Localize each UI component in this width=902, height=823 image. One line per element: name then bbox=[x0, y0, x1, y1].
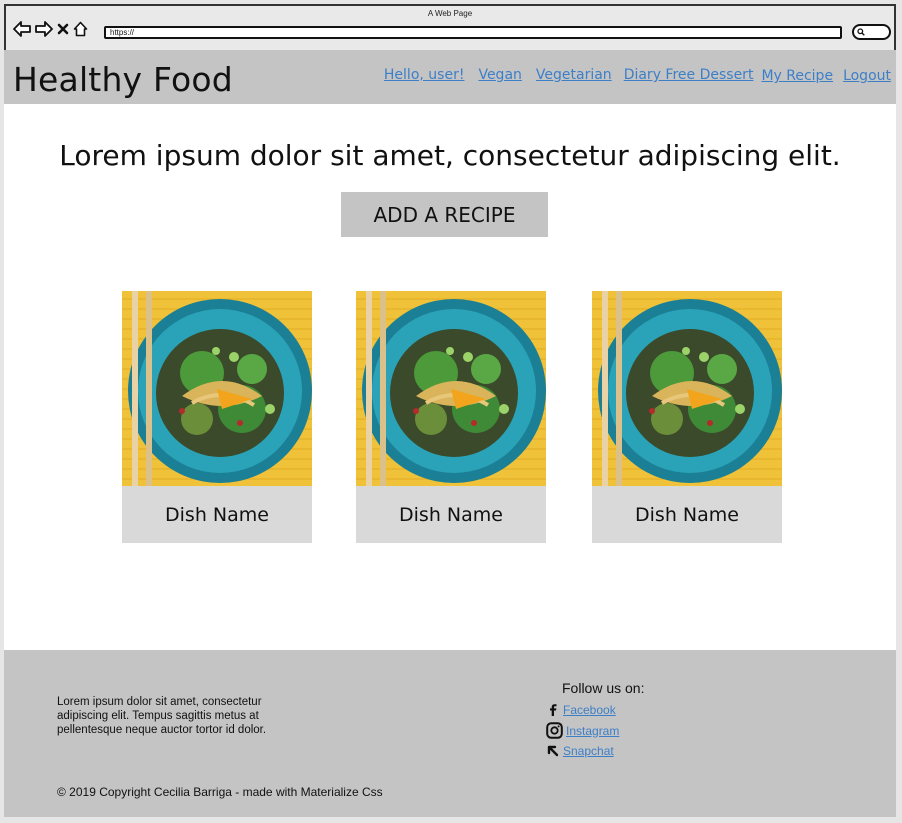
social-link-facebook[interactable]: Facebook bbox=[546, 703, 616, 717]
recipe-card[interactable]: Dish Name bbox=[356, 291, 546, 543]
social-link-snapchat[interactable]: Snapchat bbox=[546, 744, 614, 758]
browser-nav-buttons bbox=[13, 21, 88, 37]
add-recipe-button[interactable]: ADD A RECIPE bbox=[341, 192, 548, 237]
nav-link-vegetarian[interactable]: Vegetarian bbox=[536, 67, 612, 83]
snapchat-link[interactable]: Snapchat bbox=[563, 744, 614, 758]
site-brand[interactable]: Healthy Food bbox=[13, 60, 233, 99]
close-icon[interactable] bbox=[57, 22, 69, 36]
home-icon[interactable] bbox=[73, 21, 88, 37]
instagram-icon bbox=[546, 722, 563, 739]
instagram-link[interactable]: Instagram bbox=[566, 724, 619, 738]
nav-link-vegan[interactable]: Vegan bbox=[478, 67, 521, 83]
url-bar[interactable]: https:// bbox=[104, 26, 842, 39]
snapchat-icon bbox=[547, 745, 559, 757]
copyright-text: © 2019 Copyright Cecilia Barriga - made … bbox=[57, 785, 383, 799]
dish-name: Dish Name bbox=[122, 486, 312, 543]
follow-label: Follow us on: bbox=[562, 680, 645, 696]
recipe-card[interactable]: Dish Name bbox=[122, 291, 312, 543]
dish-name: Dish Name bbox=[356, 486, 546, 543]
dish-photo bbox=[122, 291, 312, 486]
facebook-icon bbox=[550, 704, 557, 716]
forward-arrow-icon[interactable] bbox=[35, 21, 53, 37]
nav-link-greeting[interactable]: Hello, user! bbox=[384, 67, 465, 83]
dish-photo bbox=[356, 291, 546, 486]
top-navbar: Healthy Food Hello, user! Vegan Vegetari… bbox=[4, 50, 896, 104]
browser-search-box[interactable] bbox=[852, 24, 891, 40]
facebook-link[interactable]: Facebook bbox=[563, 703, 616, 717]
nav-links: Hello, user! Vegan Vegetarian Diary Free… bbox=[370, 67, 891, 84]
back-arrow-icon[interactable] bbox=[13, 21, 31, 37]
page-footer: Lorem ipsum dolor sit amet, consectetur … bbox=[4, 650, 896, 817]
window-title: A Web Page bbox=[427, 9, 473, 18]
footer-about-text: Lorem ipsum dolor sit amet, consectetur … bbox=[57, 696, 267, 736]
social-link-instagram[interactable]: Instagram bbox=[546, 722, 619, 739]
nav-link-my-recipe[interactable]: My Recipe bbox=[761, 68, 833, 84]
recipe-card[interactable]: Dish Name bbox=[592, 291, 782, 543]
nav-link-logout[interactable]: Logout bbox=[843, 68, 891, 84]
dish-name: Dish Name bbox=[592, 486, 782, 543]
browser-window-chrome: A Web Page https:// bbox=[4, 4, 896, 50]
search-icon bbox=[857, 28, 865, 36]
web-page: Healthy Food Hello, user! Vegan Vegetari… bbox=[4, 50, 896, 817]
dish-photo bbox=[592, 291, 782, 486]
nav-link-dairy-free-dessert[interactable]: Diary Free Dessert bbox=[624, 67, 754, 83]
hero-headline: Lorem ipsum dolor sit amet, consectetur … bbox=[59, 139, 841, 172]
